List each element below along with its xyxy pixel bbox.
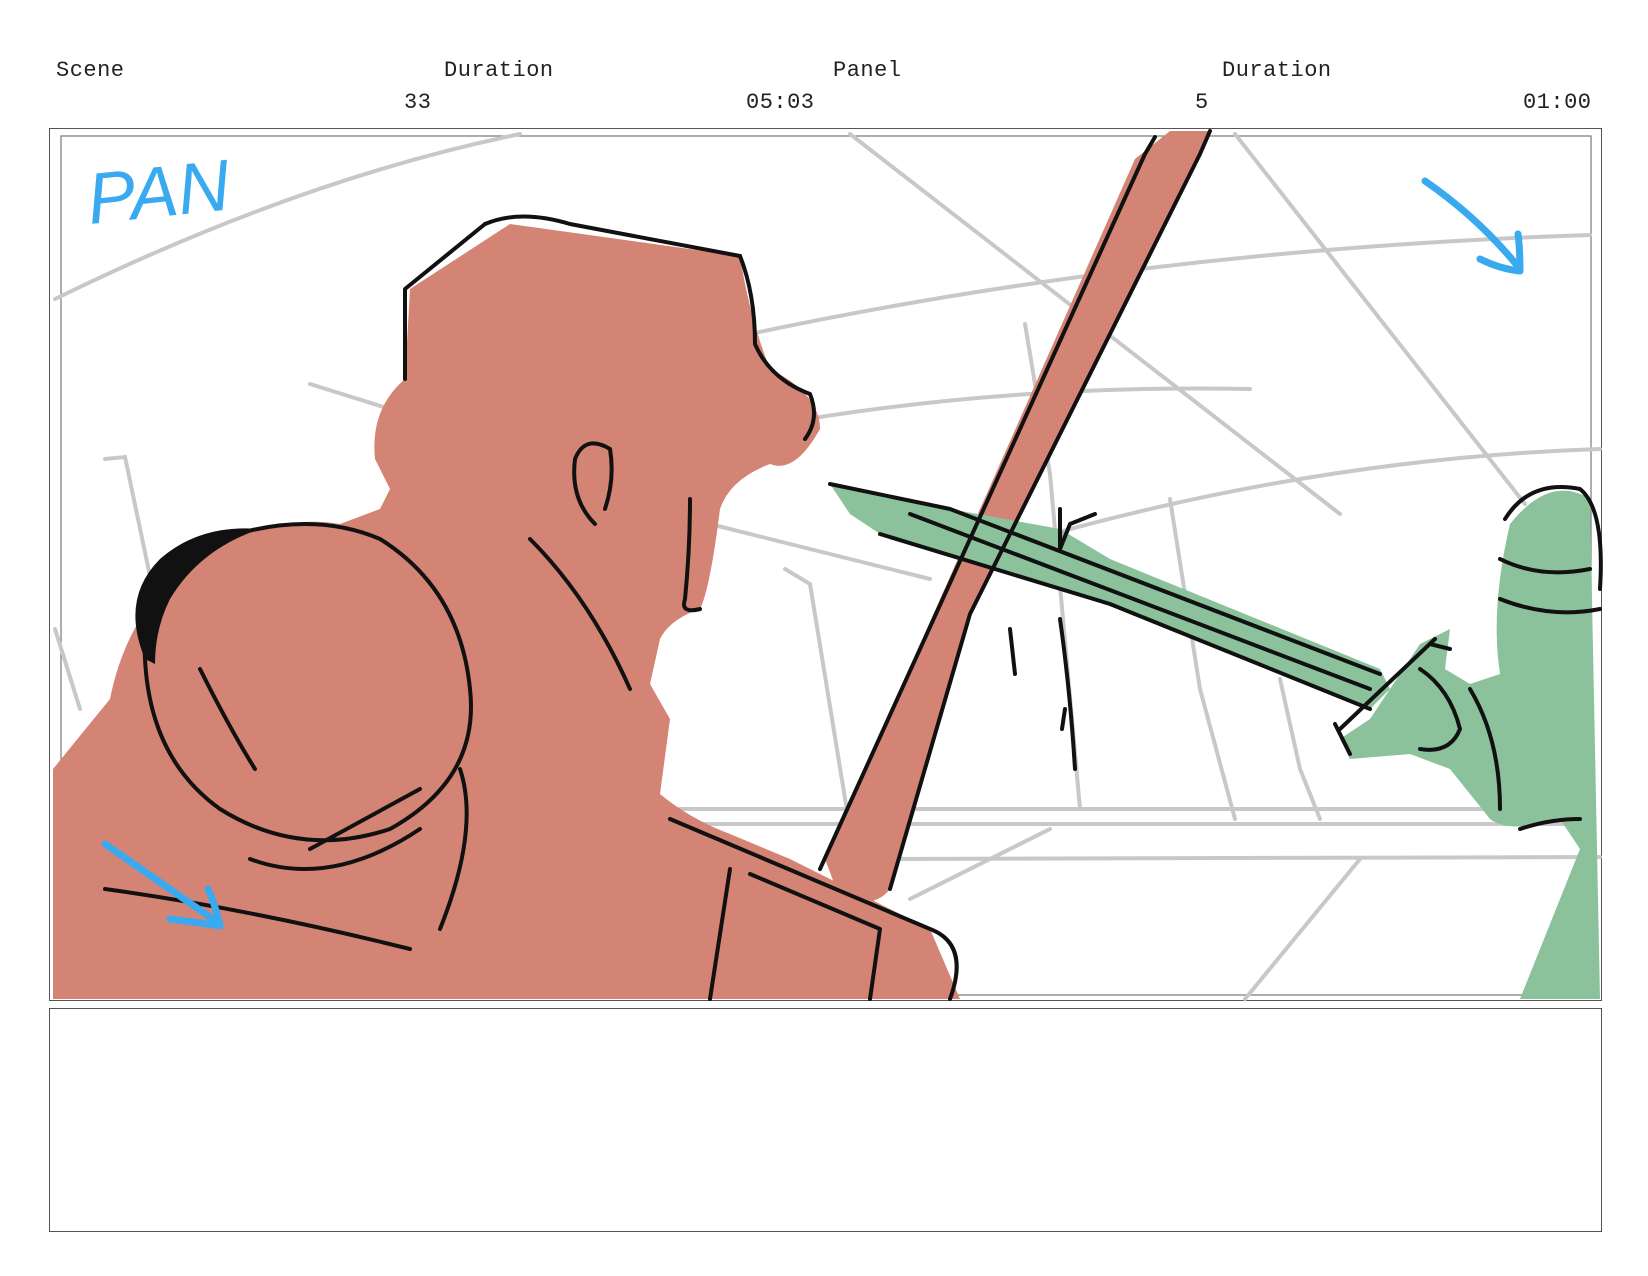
scene-label: Scene — [56, 58, 125, 83]
panel-label: Panel — [833, 58, 902, 83]
panel-value: 5 — [1195, 90, 1209, 115]
ink-right-sword-ridge — [908, 512, 1372, 691]
bg-spike-5 — [1278, 677, 1322, 821]
scene-value: 33 — [404, 90, 432, 115]
bg-floor-6 — [53, 627, 82, 711]
bg-floor-4 — [908, 827, 1052, 901]
ink-scribble-3 — [1008, 627, 1017, 676]
panel-notes-box[interactable] — [49, 1008, 1602, 1232]
panel-artwork: PAN — [53, 129, 1603, 1001]
scene-duration-label: Duration — [444, 58, 554, 83]
bg-diag-2 — [1233, 132, 1527, 506]
bg-spike-4 — [1168, 497, 1237, 821]
character-right-body — [1340, 490, 1600, 999]
bg-floor-5 — [1243, 857, 1362, 1001]
pan-annotation-text: PAN — [83, 145, 234, 240]
scene-duration-value: 05:03 — [746, 90, 815, 115]
panel-duration-value: 01:00 — [1523, 90, 1592, 115]
bg-arc-2 — [748, 233, 1592, 336]
bg-spike-2 — [783, 567, 852, 831]
storyboard-panel: PAN — [49, 128, 1603, 1001]
panel-notes-text — [50, 1009, 1601, 1033]
pan-arrow-top-right-icon — [1421, 177, 1524, 273]
ink-scribble-2 — [1058, 617, 1077, 771]
panel-duration-label: Duration — [1222, 58, 1332, 83]
